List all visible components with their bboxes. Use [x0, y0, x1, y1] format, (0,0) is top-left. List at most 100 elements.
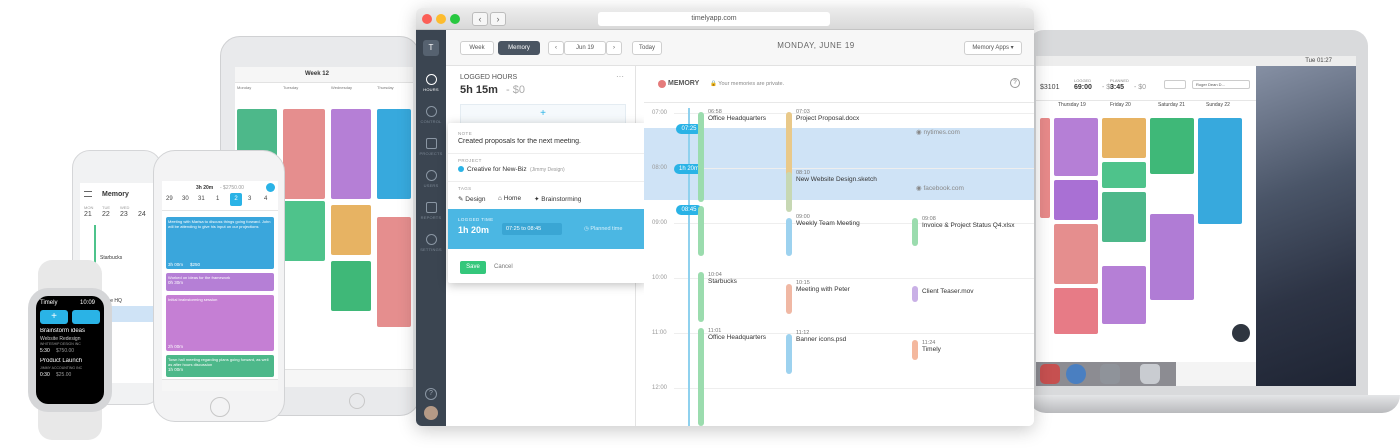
- memory-apps-dropdown[interactable]: Memory Apps ▾: [964, 41, 1022, 55]
- calendar-card[interactable]: [1054, 288, 1098, 334]
- save-button[interactable]: Save: [460, 261, 486, 274]
- entry-card[interactable]: Worked on ideas for the framework 0h 30m: [166, 273, 274, 291]
- calendar-card[interactable]: [1054, 180, 1098, 220]
- date-picker[interactable]: Jun 19: [564, 41, 606, 55]
- home-button[interactable]: [210, 397, 230, 417]
- laptop-user-button[interactable]: Roger Dean D...: [1192, 80, 1250, 89]
- prev-day-icon[interactable]: ‹: [548, 41, 564, 55]
- day-num[interactable]: 24: [138, 211, 146, 218]
- entry-card[interactable]: Initial brainstorming session 2h 00m: [166, 295, 274, 351]
- sidebar-item-settings[interactable]: SETTINGS: [416, 230, 446, 260]
- add-button[interactable]: [266, 183, 275, 192]
- sidebar-item-hours[interactable]: HOURS: [416, 70, 446, 100]
- today-button[interactable]: Today: [632, 41, 662, 55]
- calendar-card[interactable]: [331, 205, 371, 255]
- day-num[interactable]: 21: [84, 211, 92, 218]
- calendar-card[interactable]: [1150, 118, 1194, 174]
- calendar-card[interactable]: [1150, 214, 1194, 300]
- avatar[interactable]: [424, 406, 438, 420]
- timely-app-icon[interactable]: [1066, 364, 1086, 384]
- calendar-card[interactable]: [1054, 118, 1098, 176]
- memory-entry[interactable]: Client Teaser.mov: [922, 288, 974, 295]
- help-icon[interactable]: ?: [1010, 78, 1020, 88]
- add-entry-button[interactable]: +: [460, 104, 626, 124]
- cancel-button[interactable]: Cancel: [494, 264, 513, 270]
- memory-entry[interactable]: 11:12 Banner icons.psd: [796, 330, 846, 343]
- settings-app-icon[interactable]: [1100, 364, 1120, 384]
- back-arrow-icon[interactable]: ‹: [472, 12, 488, 26]
- menu-icon[interactable]: [84, 191, 92, 197]
- day-num[interactable]: 4: [264, 196, 267, 202]
- day-num[interactable]: 23: [120, 211, 128, 218]
- memory-entry[interactable]: 11:24 Timely: [922, 340, 941, 353]
- tag-home[interactable]: ⌂ Home: [498, 195, 521, 202]
- entry-card[interactable]: Town hall meeting regarding plans going …: [166, 355, 274, 377]
- url-bar[interactable]: timelyapp.com: [598, 12, 830, 26]
- day-num[interactable]: 22: [102, 211, 110, 218]
- calendar-card[interactable]: [377, 217, 411, 327]
- sidebar-item-users[interactable]: USERS: [416, 166, 446, 196]
- timer-button[interactable]: [72, 310, 100, 324]
- calendar-app-icon[interactable]: [1040, 364, 1060, 384]
- memory-entry[interactable]: 10:04 Starbucks: [708, 272, 737, 285]
- watch-device: Timely 10:09 + Brainstorm ideas Website …: [20, 260, 120, 440]
- sidebar-item-projects[interactable]: PROJECTS: [416, 134, 446, 164]
- memory-entry[interactable]: 06:58 Office Headquarters: [708, 109, 766, 122]
- logged-time-value[interactable]: 1h 20m: [458, 225, 489, 235]
- day-num[interactable]: 31: [198, 196, 205, 202]
- calendar-card[interactable]: [283, 201, 325, 261]
- calendar-card[interactable]: [1102, 162, 1146, 188]
- laptop-solo-button[interactable]: [1164, 80, 1186, 89]
- week-button[interactable]: Week: [460, 41, 494, 55]
- memory-entry[interactable]: 10:15 Meeting with Peter: [796, 280, 850, 293]
- watch-item-title[interactable]: Product Launch: [40, 358, 102, 364]
- site-entry[interactable]: ◉ facebook.com: [916, 184, 964, 192]
- note-input[interactable]: Created proposals for the next meeting.: [458, 138, 638, 145]
- calendar-card[interactable]: [331, 261, 371, 311]
- calendar-card[interactable]: [1102, 266, 1146, 324]
- home-button[interactable]: [349, 393, 365, 409]
- day-num[interactable]: 1: [216, 196, 219, 202]
- forward-arrow-icon[interactable]: ›: [490, 12, 506, 26]
- calendar-card[interactable]: [331, 109, 371, 199]
- time-range[interactable]: 07:25 to 08:45: [502, 223, 562, 235]
- calendar-card[interactable]: [1040, 118, 1050, 218]
- watch-item-title[interactable]: Brainstorm ideas: [40, 328, 102, 334]
- calendar-card[interactable]: [1198, 118, 1242, 224]
- day-selected[interactable]: 2: [230, 193, 242, 206]
- memory-button[interactable]: Memory: [498, 41, 540, 55]
- calendar-card[interactable]: [1102, 118, 1146, 158]
- trash-icon[interactable]: [1140, 364, 1160, 384]
- sidebar-item-reports[interactable]: REPORTS: [416, 198, 446, 228]
- day-num[interactable]: 3: [248, 196, 251, 202]
- day-num[interactable]: 30: [182, 196, 189, 202]
- calendar-card[interactable]: [377, 109, 411, 199]
- tag-design[interactable]: ✎ Design: [458, 195, 486, 203]
- memory-entry[interactable]: 08:10 New Website Design.sketch: [796, 170, 877, 183]
- site-entry[interactable]: ◉ nytimes.com: [916, 128, 960, 136]
- maximize-icon[interactable]: [450, 14, 460, 24]
- app-logo[interactable]: T: [423, 40, 439, 56]
- project-label: PROJECT: [458, 158, 482, 163]
- memory-entry[interactable]: 11:01 Office Headquarters: [708, 328, 766, 341]
- project-name[interactable]: Creative for New-Biz: [467, 166, 527, 173]
- calendar-card[interactable]: [1054, 224, 1098, 284]
- memory-entry[interactable]: 09:00 Weekly Team Meeting: [796, 214, 860, 227]
- help-icon[interactable]: ?: [425, 388, 437, 400]
- planned-time[interactable]: ◷ Planned time: [584, 223, 644, 235]
- memory-entry[interactable]: 07:03 Project Proposal.docx: [796, 109, 859, 122]
- minimize-icon[interactable]: [436, 14, 446, 24]
- calendar-card[interactable]: [283, 109, 325, 199]
- day-num[interactable]: 29: [166, 196, 173, 202]
- close-icon[interactable]: [422, 14, 432, 24]
- tag-brainstorming[interactable]: ✦ Brainstorming: [534, 195, 581, 203]
- laptop-day-sun: Sunday 22: [1206, 102, 1230, 108]
- add-button[interactable]: +: [40, 310, 68, 324]
- memory-entry[interactable]: 09:08 Invoice & Project Status Q4.xlsx: [922, 216, 1014, 229]
- entry-card[interactable]: Meeting with Marisa to discuss things go…: [166, 217, 274, 269]
- sidebar-item-control[interactable]: CONTROL: [416, 102, 446, 132]
- calendar-card[interactable]: [1102, 192, 1146, 242]
- next-day-icon[interactable]: ›: [606, 41, 622, 55]
- chat-icon[interactable]: [1232, 324, 1250, 342]
- more-icon[interactable]: ···: [616, 72, 624, 81]
